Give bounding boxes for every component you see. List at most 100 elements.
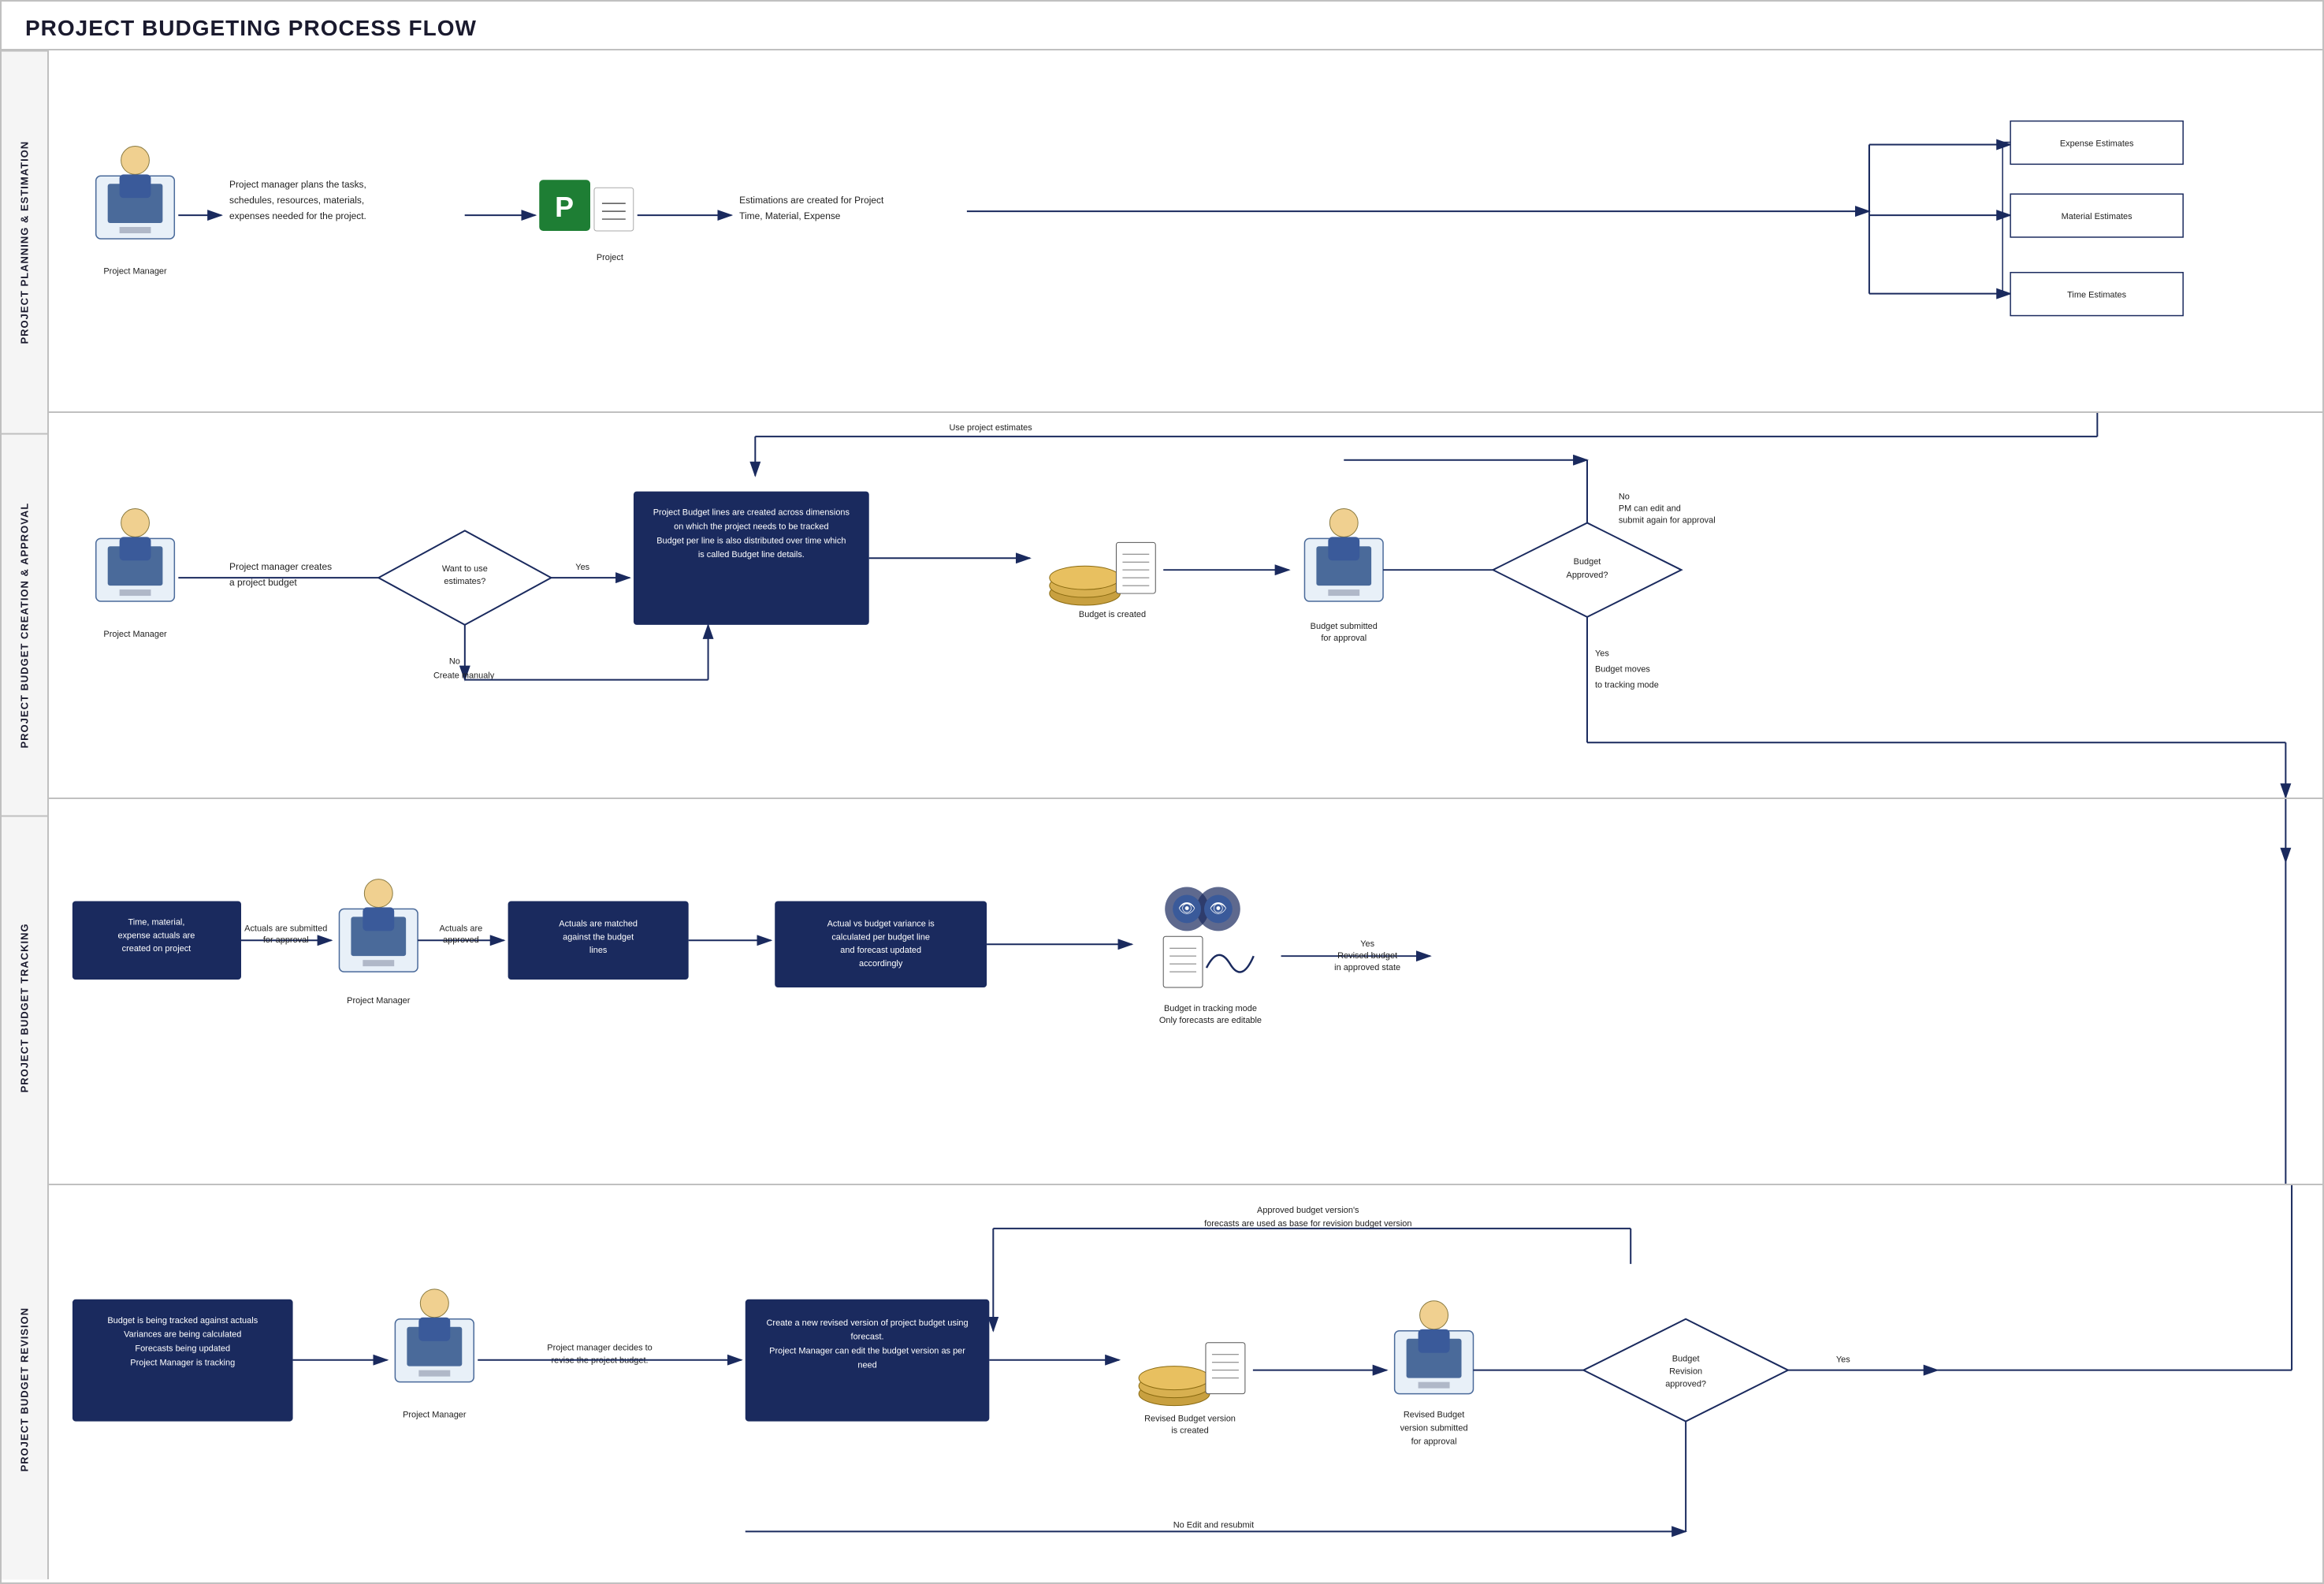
pm-label-2: Project Manager	[103, 630, 167, 639]
revised-submitted-icon	[1395, 1301, 1474, 1394]
svg-text:Budget in tracking mode: Budget in tracking mode	[1164, 1004, 1257, 1013]
svg-text:Yes: Yes	[1595, 649, 1609, 659]
svg-text:Yes: Yes	[1360, 939, 1374, 949]
pm-figure-2	[96, 509, 175, 602]
svg-text:calculated per budget line: calculated per budget line	[831, 932, 930, 942]
svg-text:need: need	[857, 1361, 876, 1370]
svg-text:Approved?: Approved?	[1567, 571, 1608, 580]
svg-text:Budget submitted: Budget submitted	[1311, 622, 1378, 631]
lane4-svg: Approved budget version's forecasts are …	[49, 1185, 2322, 1579]
svg-text:Revision: Revision	[1669, 1367, 1702, 1377]
svg-text:schedules, resources, material: schedules, resources, materials,	[229, 195, 364, 206]
svg-text:Budget: Budget	[1574, 557, 1601, 567]
svg-text:for approval: for approval	[1411, 1437, 1457, 1447]
svg-text:Forecasts being updated: Forecasts being updated	[135, 1344, 230, 1354]
pm-label-1: Project Manager	[103, 267, 167, 277]
svg-text:Actual vs budget variance is: Actual vs budget variance is	[827, 919, 935, 928]
svg-text:in approved state: in approved state	[1334, 963, 1400, 972]
svg-text:Revised Budget: Revised Budget	[1404, 1411, 1464, 1420]
submitted-icon	[1304, 509, 1383, 602]
revised-budget-icon	[1139, 1343, 1245, 1406]
svg-text:created on project: created on project	[122, 944, 191, 954]
svg-text:lines: lines	[589, 946, 608, 955]
svg-text:Project Budget lines are creat: Project Budget lines are created across …	[653, 508, 850, 517]
svg-text:Approved budget version's: Approved budget version's	[1257, 1206, 1359, 1215]
svg-text:Budget is created: Budget is created	[1079, 610, 1146, 619]
svg-text:PM can edit and: PM can edit and	[1619, 504, 1681, 513]
lane3-svg: Time, material, expense actuals are crea…	[49, 799, 2322, 1184]
swim-label-3: PROJECT BUDGET TRACKING	[2, 816, 47, 1199]
svg-text:a project budget: a project budget	[229, 577, 297, 588]
svg-text:expense actuals are: expense actuals are	[117, 931, 195, 940]
flow-body: PROJECT PLANNING & ESTIMATION PROJECT BU…	[2, 50, 2322, 1579]
svg-text:is created: is created	[1171, 1426, 1209, 1436]
budget-created-icon	[1050, 542, 1155, 605]
svg-text:Time Estimates: Time Estimates	[2067, 291, 2126, 300]
svg-text:Time, Material, Expense: Time, Material, Expense	[739, 210, 841, 221]
svg-text:against the budget: against the budget	[563, 932, 634, 942]
svg-text:P: P	[555, 191, 574, 223]
svg-text:Budget per line is also distri: Budget per line is also distributed over…	[656, 536, 846, 545]
svg-text:accordingly: accordingly	[859, 959, 903, 969]
svg-text:Actuals are submitted: Actuals are submitted	[244, 924, 327, 933]
svg-text:Budget is being tracked agains: Budget is being tracked against actuals	[107, 1316, 258, 1326]
svg-text:Budget: Budget	[1672, 1355, 1700, 1364]
step1-text: Project manager plans the tasks,	[229, 179, 366, 190]
lane-planning: Project Manager Project manager plans th…	[49, 50, 2322, 413]
svg-text:Only forecasts are editable: Only forecasts are editable	[1159, 1016, 1262, 1025]
svg-text:forecast.: forecast.	[851, 1333, 884, 1342]
svg-text:to tracking mode: to tracking mode	[1595, 681, 1659, 690]
svg-text:Material Estimates: Material Estimates	[2062, 212, 2133, 221]
svg-text:Actuals are: Actuals are	[439, 924, 482, 933]
svg-text:expenses needed for the projec: expenses needed for the project.	[229, 210, 366, 221]
svg-text:👁: 👁	[1210, 900, 1228, 916]
lane2-svg: Use project estimates Project Manager Pr…	[49, 413, 2322, 798]
svg-text:Project: Project	[597, 253, 623, 262]
page: PROJECT BUDGETING PROCESS FLOW PROJECT P…	[0, 0, 2324, 1584]
tracking-icon: 👁 👁	[1163, 887, 1254, 987]
pm-figure-4	[395, 1289, 474, 1382]
svg-text:forecasts are used as base for: forecasts are used as base for revision …	[1204, 1219, 1411, 1229]
svg-text:Project manager decides to: Project manager decides to	[547, 1344, 653, 1353]
swim-label-4: PROJECT BUDGET REVISION	[2, 1199, 47, 1580]
pm-figure-3	[339, 879, 418, 972]
swim-labels: PROJECT PLANNING & ESTIMATION PROJECT BU…	[2, 50, 49, 1579]
svg-text:No Edit and resubmit: No Edit and resubmit	[1173, 1520, 1254, 1530]
svg-text:Yes: Yes	[1836, 1355, 1850, 1365]
svg-text:Expense Estimates: Expense Estimates	[2060, 139, 2134, 148]
svg-text:estimates?: estimates?	[444, 577, 485, 586]
svg-text:Actuals are matched: Actuals are matched	[559, 919, 638, 928]
svg-text:is called Budget line details.: is called Budget line details.	[698, 550, 805, 560]
svg-text:for approval: for approval	[1321, 634, 1367, 643]
svg-text:submit again for approval: submit again for approval	[1619, 515, 1716, 525]
lane-tracking: Time, material, expense actuals are crea…	[49, 799, 2322, 1185]
lane-creation: Use project estimates Project Manager Pr…	[49, 413, 2322, 799]
svg-text:Project Manager: Project Manager	[347, 996, 411, 1006]
svg-text:Want to use: Want to use	[442, 564, 488, 574]
pm-figure-1	[96, 146, 175, 238]
svg-text:Budget moves: Budget moves	[1595, 665, 1650, 675]
svg-text:Create a new revised version o: Create a new revised version of project …	[767, 1318, 969, 1328]
svg-text:Estimations are created for Pr: Estimations are created for Project	[739, 195, 884, 206]
svg-text:Time, material,: Time, material,	[128, 917, 184, 927]
svg-text:Project Manager: Project Manager	[403, 1411, 467, 1420]
svg-text:Revised budget: Revised budget	[1337, 951, 1397, 961]
svg-text:approved: approved	[443, 935, 479, 945]
page-title: PROJECT BUDGETING PROCESS FLOW	[2, 2, 2322, 50]
svg-text:Revised Budget version: Revised Budget version	[1144, 1415, 1236, 1424]
svg-text:👁: 👁	[1178, 900, 1196, 916]
lane1-svg: Project Manager Project manager plans th…	[49, 50, 2322, 411]
svg-text:Project Manager can edit the b: Project Manager can edit the budget vers…	[769, 1347, 965, 1356]
svg-text:No: No	[449, 657, 460, 667]
svg-text:version submitted: version submitted	[1400, 1424, 1468, 1433]
svg-text:Use project estimates: Use project estimates	[950, 423, 1033, 433]
lane-revision: Approved budget version's forecasts are …	[49, 1185, 2322, 1579]
swim-label-2: PROJECT BUDGET CREATION & APPROVAL	[2, 433, 47, 816]
swim-lanes: Project Manager Project manager plans th…	[49, 50, 2322, 1579]
svg-text:Project manager creates: Project manager creates	[229, 561, 332, 572]
svg-text:on which the project needs to: on which the project needs to be tracked	[674, 522, 828, 531]
svg-text:Project Manager is tracking: Project Manager is tracking	[130, 1359, 235, 1368]
swim-label-1: PROJECT PLANNING & ESTIMATION	[2, 50, 47, 433]
svg-text:No: No	[1619, 493, 1630, 502]
svg-text:Yes: Yes	[575, 563, 589, 572]
